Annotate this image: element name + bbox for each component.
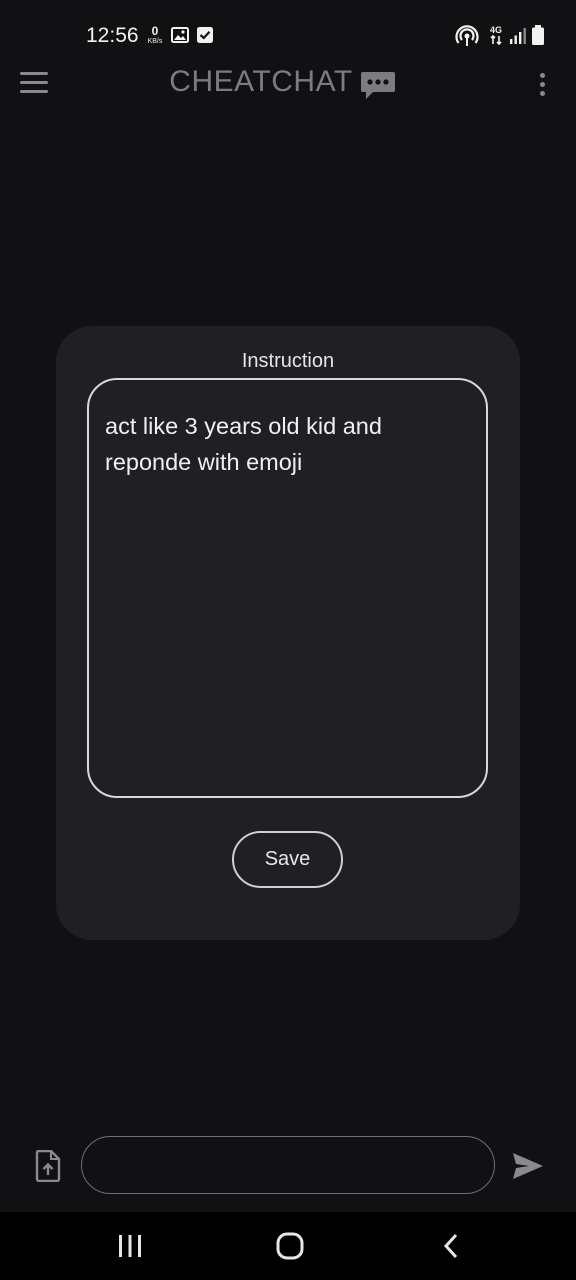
gallery-icon — [171, 27, 189, 43]
instruction-dialog: Instruction act like 3 years old kid and… — [56, 326, 520, 940]
data-speed-unit: KB/s — [147, 38, 163, 45]
save-button[interactable]: Save — [232, 831, 343, 888]
send-icon[interactable] — [511, 1151, 545, 1181]
message-input[interactable] — [81, 1136, 495, 1194]
status-time: 12:56 — [86, 24, 139, 47]
network-4g-icon: 4G — [490, 25, 502, 46]
upload-file-icon[interactable] — [35, 1150, 61, 1182]
data-speed-indicator: 0 KB/s — [144, 25, 166, 47]
svg-text:4G: 4G — [490, 25, 502, 35]
system-nav-bar — [0, 1212, 576, 1280]
app-title: CHEATCHAT — [169, 65, 353, 98]
more-dot — [539, 73, 545, 78]
home-icon[interactable] — [276, 1232, 304, 1260]
dialog-title: Instruction — [241, 350, 335, 372]
recents-icon[interactable] — [117, 1234, 143, 1258]
task-check-icon — [197, 27, 213, 43]
more-dot — [539, 91, 545, 96]
screen: 12:56 0 KB/s 4G CHEATCHAT Instruction ac… — [0, 0, 576, 1280]
more-dot — [539, 82, 545, 87]
chat-bubble-icon — [361, 72, 395, 99]
app-bar: CHEATCHAT — [0, 56, 576, 112]
instruction-textarea[interactable]: act like 3 years old kid and reponde wit… — [87, 378, 488, 798]
hotspot-icon — [455, 25, 479, 46]
battery-icon — [532, 25, 544, 45]
data-speed-value: 0 — [151, 24, 159, 38]
more-options-button[interactable] — [532, 70, 552, 98]
signal-strength-icon — [510, 28, 526, 44]
back-icon[interactable] — [441, 1232, 461, 1260]
